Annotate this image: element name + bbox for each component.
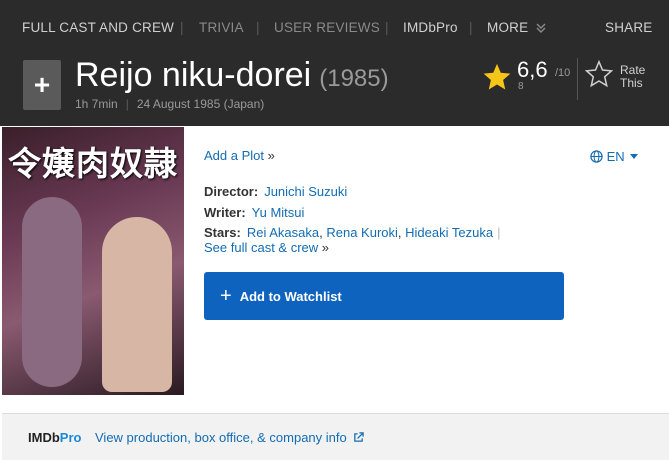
add-plot-arrow: » (267, 148, 275, 163)
nav-user-reviews[interactable]: USER REVIEWS (274, 20, 380, 35)
chevron-double-down-icon (536, 23, 546, 34)
nav-separator: | (385, 20, 389, 35)
rating-max: /10 (555, 67, 571, 79)
imdbpro-strip: IMDbPro View production, box office, & c… (2, 413, 669, 460)
globe-icon (590, 150, 603, 163)
writer-label: Writer: (204, 205, 246, 220)
imdbpro-logo-pro: Pro (59, 430, 82, 445)
plus-icon: + (33, 69, 51, 100)
title-year[interactable]: (1985) (319, 65, 388, 92)
movie-title: Reijo niku-dorei (1985) (75, 56, 389, 95)
meta-separator: | (125, 97, 129, 111)
star-icon (483, 63, 511, 90)
see-full-cast-row: See full cast & crew » (204, 240, 329, 255)
director-row: Director: Junichi Suzuki (204, 184, 347, 199)
poster-title-text: 令嬢肉奴隷 (8, 144, 178, 183)
language-code: EN (606, 149, 625, 164)
poster-figure-right (102, 217, 172, 392)
star-link[interactable]: Rei Akasaka (247, 225, 319, 240)
stars-label: Stars: (204, 225, 241, 240)
nav-full-cast[interactable]: FULL CAST AND CREW (22, 20, 174, 35)
star-outline-icon[interactable] (585, 60, 613, 88)
star-link[interactable]: Rena Kuroki (326, 225, 398, 240)
see-full-cast-link[interactable]: See full cast & crew (204, 240, 318, 255)
imdbpro-link[interactable]: View production, box office, & company i… (95, 430, 365, 445)
movie-poster[interactable]: 令嬢肉奴隷 (2, 127, 184, 395)
title-bar: + Reijo niku-dorei (1985) 1h 7min | 24 Augu… (0, 54, 669, 126)
rating-count[interactable]: 8 (518, 81, 524, 92)
imdbpro-logo-imdb: IMDb (28, 430, 60, 445)
title-meta: 1h 7min | 24 August 1985 (Japan) (75, 97, 264, 111)
poster-figure-left (22, 197, 82, 387)
imdbpro-link-text: View production, box office, & company i… (95, 430, 347, 445)
stars-row: Stars: Rei Akasaka, Rena Kuroki, Hideaki … (204, 225, 501, 240)
see-full-cast-arrow: » (321, 240, 330, 255)
language-selector[interactable]: EN (590, 149, 639, 164)
writer-link[interactable]: Yu Mitsui (252, 205, 305, 220)
add-plot-link[interactable]: Add a Plot (204, 148, 264, 163)
rate-label-line2: This (620, 76, 643, 90)
stars-separator: | (497, 225, 501, 240)
director-link[interactable]: Junichi Suzuki (264, 184, 347, 199)
star-link[interactable]: Hideaki Tezuka (405, 225, 493, 240)
rate-this-button[interactable]: Rate This (620, 64, 645, 90)
top-nav: FULL CAST AND CREW | TRIVIA | USER REVIE… (0, 0, 669, 54)
title-name: Reijo niku-dorei (75, 56, 312, 94)
watchlist-label: Add to Watchlist (239, 288, 342, 304)
nav-imdbpro[interactable]: IMDbPro (403, 20, 458, 35)
rating-value: 6,6 (517, 57, 548, 82)
rating-divider (577, 58, 578, 100)
add-plot: Add a Plot » (204, 148, 275, 163)
add-to-watchlist-button[interactable]: + Add to Watchlist (204, 272, 564, 320)
nav-more[interactable]: MORE (487, 20, 546, 35)
nav-trivia[interactable]: TRIVIA (199, 20, 244, 35)
imdbpro-logo[interactable]: IMDbPro (28, 430, 81, 445)
writer-row: Writer: Yu Mitsui (204, 205, 304, 220)
nav-share[interactable]: SHARE (605, 20, 653, 35)
caret-down-icon (630, 154, 639, 159)
director-label: Director: (204, 184, 259, 199)
external-link-icon (354, 432, 365, 442)
runtime: 1h 7min (75, 97, 118, 111)
nav-separator: | (180, 20, 184, 35)
add-to-watchlist-ribbon[interactable]: + (23, 60, 61, 110)
nav-separator: | (469, 20, 473, 35)
release-date[interactable]: 24 August 1985 (Japan) (137, 97, 264, 111)
nav-separator: | (256, 20, 260, 35)
plus-icon: + (220, 284, 232, 307)
nav-more-label: MORE (487, 20, 529, 35)
